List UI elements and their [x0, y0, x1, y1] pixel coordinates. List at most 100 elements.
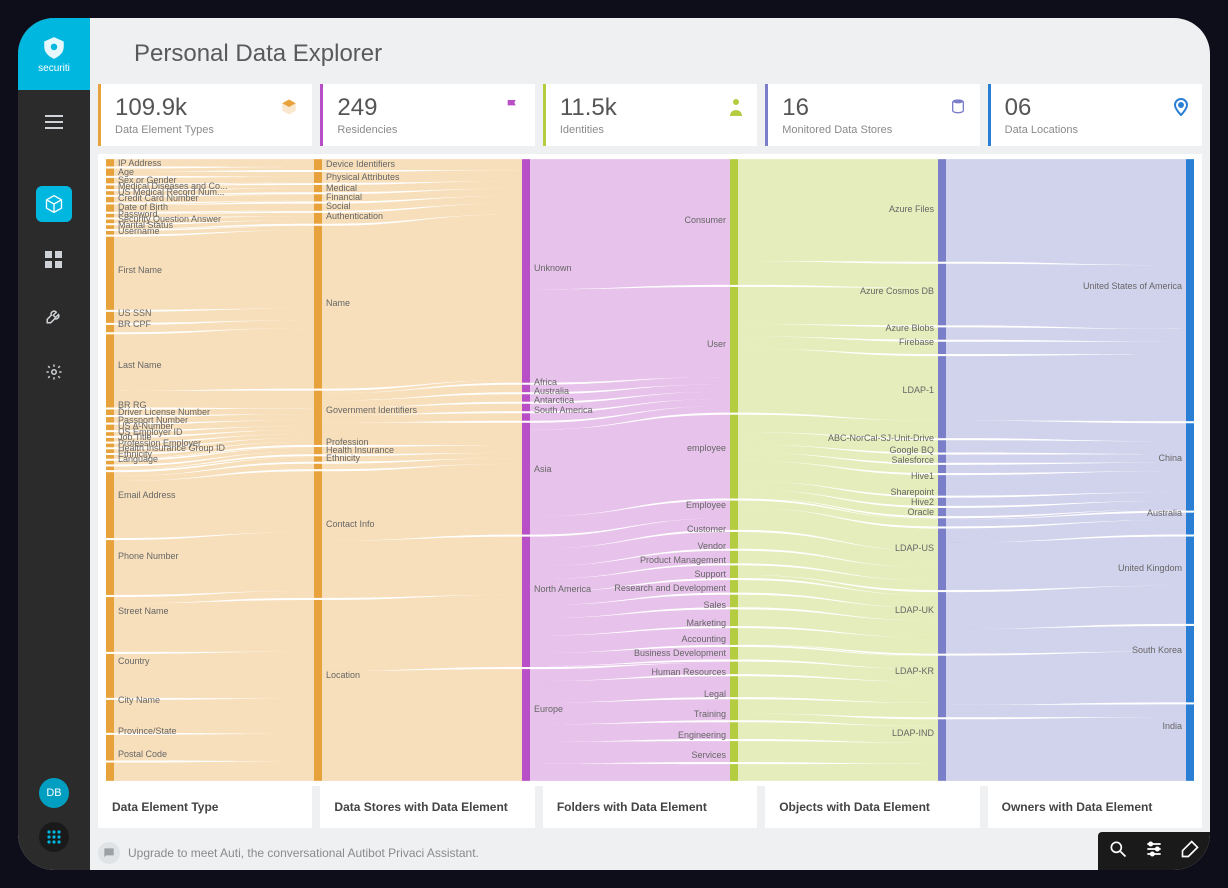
col-header-0: Data Element Type [98, 786, 312, 828]
sankey-node-label: United States of America [1083, 281, 1182, 291]
kpi-identities[interactable]: 11.5k Identities [543, 84, 757, 146]
cube-icon [44, 194, 64, 214]
main-content: Personal Data Explorer 109.9k Data Eleme… [90, 18, 1210, 870]
sankey-node-label: Country [118, 656, 150, 666]
apps-grid-icon[interactable] [39, 822, 69, 852]
wrench-icon [45, 307, 63, 325]
sankey-node-label: BR CPF [118, 319, 151, 329]
col-header-3: Objects with Data Element [765, 786, 979, 828]
sankey-node-label: Province/State [118, 726, 177, 736]
sankey-node-label: User [707, 339, 726, 349]
sankey-node-label: First Name [118, 265, 162, 275]
sankey-node-label: Physical Attributes [326, 172, 400, 182]
sankey-node-label: United Kingdom [1118, 563, 1182, 573]
hamburger-icon[interactable] [36, 104, 72, 140]
sankey-node-label: Firebase [899, 337, 934, 347]
sankey-node-label: North America [534, 584, 591, 594]
sankey-node-label: Engineering [678, 730, 726, 740]
col-header-2: Folders with Data Element [543, 786, 757, 828]
kpi-row: 109.9k Data Element Types 249 Residencie… [90, 84, 1210, 146]
kpi-data-locations[interactable]: 06 Data Locations [988, 84, 1202, 146]
cube-icon [280, 98, 298, 121]
sankey-node-label: ABC-NorCal-SJ-Unit-Drive [828, 433, 934, 443]
sankey-node-label: Vendor [697, 541, 726, 551]
sankey-node-label: China [1158, 453, 1182, 463]
sankey-node-label: LDAP-US [895, 543, 934, 553]
sankey-node-label: employee [687, 443, 726, 453]
sankey-node-label: India [1162, 721, 1182, 731]
sankey-node-label: Product Management [640, 555, 726, 565]
sankey-node-label: Device Identifiers [326, 159, 395, 169]
sankey-node-label: Sharepoint [890, 487, 934, 497]
sankey-node-label: Location [326, 670, 360, 680]
nav-data-explorer[interactable] [36, 186, 72, 222]
user-avatar[interactable]: DB [39, 778, 69, 808]
sankey-node-label: Azure Cosmos DB [860, 286, 934, 296]
sankey-node-label: Unknown [534, 263, 572, 273]
sankey-node-label: Government Identifiers [326, 405, 417, 415]
pin-icon [1174, 98, 1188, 121]
sankey-node-label: Google BQ [889, 445, 934, 455]
column-headers: Data Element Type Data Stores with Data … [90, 786, 1210, 836]
database-icon [950, 98, 966, 119]
sankey-node-label: Hive2 [911, 497, 934, 507]
sankey-node-label: LDAP-KR [895, 666, 934, 676]
sankey-node-label: Oracle [907, 507, 934, 517]
nav-settings[interactable] [36, 354, 72, 390]
sankey-node-label: Australia [1147, 508, 1182, 518]
brand-logo[interactable]: securiti [18, 18, 90, 90]
sankey-node-label: South Korea [1132, 645, 1182, 655]
sankey-node-label: Employee [686, 500, 726, 510]
sankey-node-label: South America [534, 405, 593, 415]
sankey-node-label: Support [694, 569, 726, 579]
sankey-node-label: Social [326, 201, 351, 211]
kpi-data-element-types[interactable]: 109.9k Data Element Types [98, 84, 312, 146]
sankey-node-label: Accounting [681, 634, 726, 644]
search-icon[interactable] [1108, 839, 1128, 864]
sankey-node-label: Language [118, 454, 158, 464]
sankey-node-label: City Name [118, 695, 160, 705]
logo-icon [41, 35, 67, 61]
sliders-icon[interactable] [1144, 839, 1164, 864]
kpi-monitored-stores[interactable]: 16 Monitored Data Stores [765, 84, 979, 146]
sankey-node-label: Username [118, 226, 160, 236]
nav-dashboard[interactable] [36, 242, 72, 278]
build-icon[interactable] [1180, 839, 1200, 864]
sankey-node-label: Phone Number [118, 551, 179, 561]
person-icon [729, 98, 743, 121]
sankey-node-label: Azure Blobs [885, 323, 934, 333]
sankey-node-label: US SSN [118, 308, 152, 318]
kpi-residencies[interactable]: 249 Residencies [320, 84, 534, 146]
sankey-node-label: Postal Code [118, 749, 167, 759]
sidebar: securiti DB [18, 18, 90, 870]
chat-icon[interactable] [98, 842, 120, 864]
device-frame: securiti DB Personal Data Explorer [18, 18, 1210, 870]
gear-icon [45, 363, 63, 381]
sankey-node-label: Marketing [686, 618, 726, 628]
sankey-node-label: Street Name [118, 606, 169, 616]
sankey-node-label: Sales [703, 600, 726, 610]
sankey-node-label: LDAP-IND [892, 728, 934, 738]
sankey-node-label: Name [326, 298, 350, 308]
sankey-node-label: Training [694, 709, 726, 719]
brand-name: securiti [38, 63, 70, 74]
sankey-node-label: Customer [687, 524, 726, 534]
sankey-node-label: Business Development [634, 648, 726, 658]
sankey-node-label: Services [691, 750, 726, 760]
sankey-node-label: Email Address [118, 490, 176, 500]
sankey-node-label: Contact Info [326, 519, 375, 529]
sankey-node-label: Research and Development [614, 583, 726, 593]
sankey-chart[interactable]: IP AddressAgeSex or GenderMedical Diseas… [98, 154, 1202, 786]
sankey-node-label: Europe [534, 704, 563, 714]
nav-tools[interactable] [36, 298, 72, 334]
sankey-node-label: Legal [704, 689, 726, 699]
sankey-node-label: LDAP-UK [895, 605, 934, 615]
sankey-node-label: Ethnicity [326, 453, 360, 463]
col-header-1: Data Stores with Data Element [320, 786, 534, 828]
sankey-node-label: LDAP-1 [902, 385, 934, 395]
col-header-4: Owners with Data Element [988, 786, 1202, 828]
sankey-node-label: Consumer [684, 215, 726, 225]
sankey-node-label: Asia [534, 464, 552, 474]
sankey-node-label: Azure Files [889, 204, 934, 214]
flag-icon [505, 98, 521, 119]
